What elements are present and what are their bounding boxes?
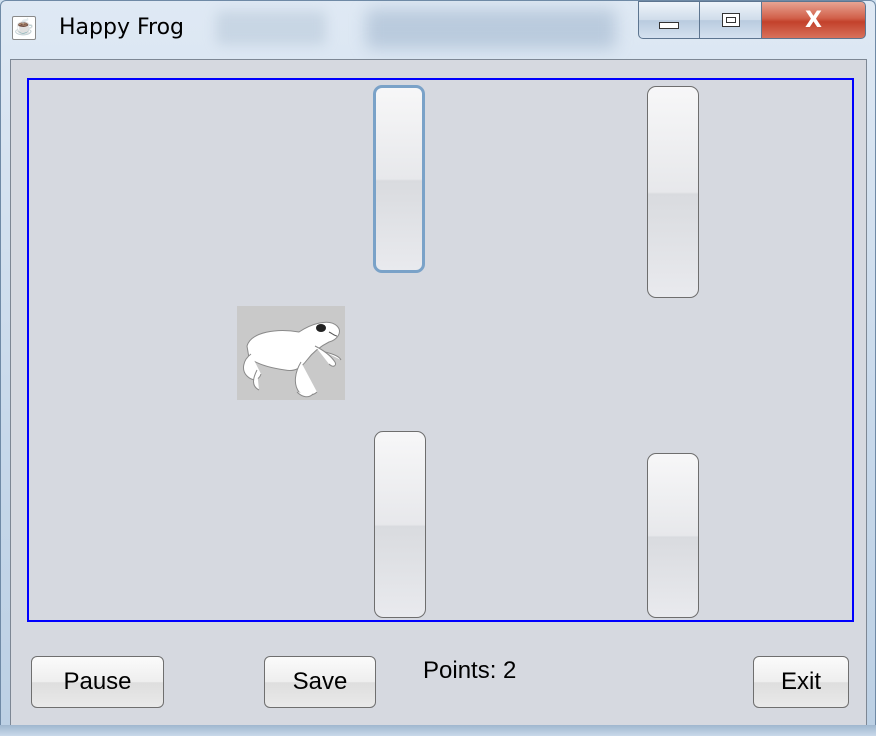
title-bar[interactable]: ☕ Happy Frog X: [1, 1, 876, 59]
pipe-bottom-2[interactable]: [647, 453, 699, 618]
frog-drawing: [243, 321, 342, 398]
close-icon: X: [805, 7, 822, 33]
background-blur: [216, 11, 326, 45]
save-button[interactable]: Save: [264, 656, 376, 708]
points-label: Points: 2: [423, 657, 517, 684]
frog-icon: [237, 306, 345, 400]
pipe-top-1[interactable]: [373, 85, 425, 273]
exit-button[interactable]: Exit: [753, 656, 849, 708]
pause-button[interactable]: Pause: [31, 656, 164, 708]
app-window: ☕ Happy Frog X Pause Save Points: 2 Exit: [0, 0, 876, 736]
pipe-top-2[interactable]: [647, 86, 699, 298]
background-blur: [366, 9, 616, 49]
window-controls: X: [638, 1, 866, 39]
content-panel: Pause Save Points: 2 Exit: [10, 59, 867, 726]
pipe-bottom-1[interactable]: [374, 431, 426, 618]
maximize-button[interactable]: [700, 1, 762, 39]
desktop-background: [0, 725, 876, 736]
restore-icon: [721, 13, 740, 27]
minimize-icon: [659, 21, 679, 29]
java-cup-icon[interactable]: ☕: [12, 16, 36, 40]
minimize-button[interactable]: [638, 1, 700, 39]
game-playfield[interactable]: [27, 78, 854, 622]
window-title: Happy Frog: [59, 15, 185, 40]
close-button[interactable]: X: [762, 1, 866, 39]
